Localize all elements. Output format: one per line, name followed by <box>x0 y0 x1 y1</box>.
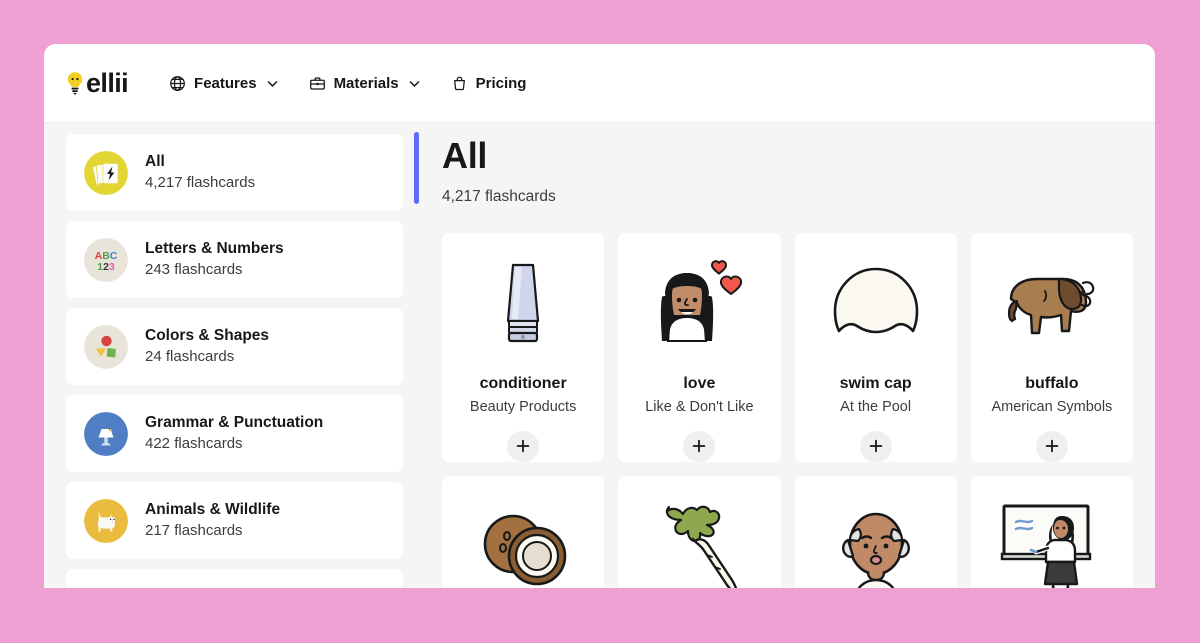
flashcard-item[interactable]: conditioner Beauty Products <box>442 232 605 462</box>
sidebar-item-title: Colors & Shapes <box>145 327 270 345</box>
category-sidebar[interactable]: All 4,217 flashcards ABC 123 Letters & N… <box>44 123 420 588</box>
svg-text:123: 123 <box>97 261 115 273</box>
nav-item-pricing[interactable]: Pricing <box>451 65 527 101</box>
flashcards-bolt-icon <box>84 150 128 195</box>
flashcard-item[interactable]: swim cap At the Pool <box>794 232 957 462</box>
sidebar-item-text: All 4,217 flashcards <box>145 152 255 192</box>
add-flashcard-button[interactable] <box>1035 430 1068 462</box>
sidebar-item-partial[interactable] <box>66 569 403 588</box>
sidebar-item-animals-and-wildlife[interactable]: Animals & Wildlife 217 flashcards <box>66 482 403 559</box>
page-title: All <box>442 135 488 176</box>
flashcard-item[interactable]: buffalo American Symbols <box>970 232 1133 462</box>
sidebar-item-count: 243 flashcards <box>145 260 243 278</box>
abc-123-icon: ABC 123 <box>84 237 128 282</box>
sidebar-item-text: Grammar & Punctuation 422 flashcards <box>145 413 323 453</box>
plus-icon <box>869 439 882 453</box>
sidebar-item-all[interactable]: All 4,217 flashcards <box>66 134 403 211</box>
flashcard-grid: conditioner Beauty Products love Like & … <box>442 232 1133 588</box>
sidebar-scrollbar-thumb[interactable] <box>414 132 419 204</box>
sidebar-item-count: 217 flashcards <box>145 521 243 539</box>
sidebar-item-title: Grammar & Punctuation <box>145 414 324 432</box>
buffalo-illustration <box>997 251 1107 359</box>
flashcard-term: buffalo <box>1025 374 1079 392</box>
flashcard-term: swim cap <box>839 374 912 392</box>
sidebar-item-text: Animals & Wildlife 217 flashcards <box>145 500 280 540</box>
flashcard-item[interactable] <box>442 475 605 588</box>
sidebar-item-title: All <box>145 153 165 171</box>
conditioner-bottle-illustration <box>475 251 571 359</box>
chevron-down-icon <box>265 77 279 90</box>
add-flashcard-button[interactable] <box>683 430 716 462</box>
logo-wordmark: ellii <box>86 67 129 98</box>
briefcase-icon <box>309 75 326 92</box>
cat-icon <box>84 498 128 543</box>
content-area: All 4,217 flashcards ABC 123 Letters & N… <box>44 123 1155 588</box>
flashcard-category: American Symbols <box>991 398 1113 415</box>
nav-label-materials: Materials <box>333 74 399 92</box>
sidebar-item-letters-and-numbers[interactable]: ABC 123 Letters & Numbers 243 flashcards <box>66 221 403 298</box>
page-subtitle: 4,217 flashcards <box>442 187 556 205</box>
nav-links: Features Materials Pricing <box>169 65 526 101</box>
add-flashcard-button[interactable] <box>507 430 540 462</box>
lamp-bird-icon <box>84 411 128 456</box>
daikon-radish-illustration <box>647 494 751 588</box>
flashcard-category: Like & Don't Like <box>645 398 754 415</box>
browser-window: ellii Features Materials Pricing All 4,2… <box>44 44 1155 588</box>
sidebar-item-text: Letters & Numbers 243 flashcards <box>145 239 284 279</box>
girl-with-hearts-illustration <box>645 251 753 359</box>
flashcard-item[interactable]: love Like & Don't Like <box>618 232 781 462</box>
nav-label-pricing: Pricing <box>475 74 527 92</box>
plus-icon <box>1045 439 1059 453</box>
plus-icon <box>516 439 530 453</box>
flashcard-category: Beauty Products <box>469 398 577 415</box>
add-flashcard-button[interactable] <box>859 430 892 462</box>
nav-item-features[interactable]: Features <box>169 65 279 101</box>
sidebar-item-count: 422 flashcards <box>145 434 243 452</box>
flashcard-term: conditioner <box>479 374 567 392</box>
shapes-icon <box>84 324 128 369</box>
chevron-down-icon <box>407 77 421 90</box>
swim-cap-illustration <box>824 251 928 359</box>
sidebar-item-colors-and-shapes[interactable]: Colors & Shapes 24 flashcards <box>66 308 403 385</box>
globe-icon <box>169 75 186 92</box>
flashcard-item[interactable] <box>618 475 781 588</box>
shopping-bag-icon <box>451 75 468 92</box>
sidebar-item-count: 4,217 flashcards <box>145 173 256 191</box>
top-navigation-bar: ellii Features Materials Pricing <box>44 44 1155 123</box>
lightbulb-smiley-icon <box>64 71 86 95</box>
nav-item-materials[interactable]: Materials <box>309 65 421 101</box>
old-man-illustration <box>828 494 924 588</box>
sidebar-item-grammar-and-punctuation[interactable]: Grammar & Punctuation 422 flashcards <box>66 395 403 472</box>
teacher-at-whiteboard-illustration <box>996 494 1108 588</box>
sidebar-item-text: Colors & Shapes 24 flashcards <box>145 326 269 366</box>
sidebar-item-count: 24 flashcards <box>145 347 235 365</box>
sidebar-item-title: Letters & Numbers <box>145 240 284 258</box>
flashcard-item[interactable] <box>970 475 1133 588</box>
plus-icon <box>693 439 706 453</box>
nav-label-features: Features <box>194 74 257 92</box>
sidebar-item-title: Animals & Wildlife <box>145 501 281 519</box>
flashcard-item[interactable] <box>794 475 957 588</box>
flashcards-main-panel: All 4,217 flashcards conditioner Beauty … <box>420 123 1155 588</box>
flashcard-term: love <box>683 374 716 392</box>
flashcard-category: At the Pool <box>840 398 912 415</box>
ellii-logo[interactable]: ellii <box>64 67 129 98</box>
coconut-illustration <box>471 494 575 588</box>
